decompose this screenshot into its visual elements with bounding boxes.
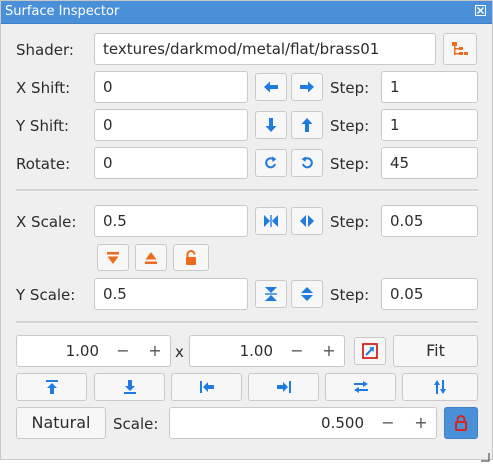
shader-input[interactable]: textures/darkmod/metal/flat/brass01	[94, 33, 436, 65]
align-right-icon	[276, 380, 292, 394]
surface-inspector-window: Surface Inspector Shader: textures/darkm…	[0, 0, 493, 462]
y-shift-label: Y Shift:	[16, 117, 70, 135]
fit-texture-button[interactable]	[354, 337, 386, 365]
y-scale-shrink-button[interactable]	[255, 280, 287, 308]
natural-scale-minus[interactable]: −	[377, 408, 399, 438]
fit-height-minus[interactable]: −	[286, 336, 308, 366]
natural-scale-spinbox[interactable]: 0.500 − +	[169, 407, 437, 439]
fit-width-value: 1.00	[65, 342, 99, 360]
flip-vertical-button[interactable]	[402, 373, 478, 401]
x-shift-step-label: Step:	[330, 79, 370, 97]
x-shift-input[interactable]: 0	[94, 71, 248, 103]
rotate-clockwise-button[interactable]	[255, 149, 287, 177]
x-scale-grow-button[interactable]	[291, 207, 323, 235]
arrow-right-icon	[299, 80, 315, 94]
shader-label: Shader:	[16, 41, 74, 59]
shift-right-button[interactable]	[291, 73, 323, 101]
align-top-button[interactable]	[16, 373, 87, 401]
title-bar[interactable]: Surface Inspector	[1, 1, 492, 24]
flip-horizontal-icon	[353, 380, 369, 394]
fit-height-spinbox[interactable]: 1.00 − +	[189, 335, 345, 367]
y-shift-step-input[interactable]: 1	[381, 109, 478, 141]
flip-horizontal-button[interactable]	[325, 373, 396, 401]
x-scale-step-input[interactable]: 0.05	[381, 205, 478, 237]
natural-scale-plus[interactable]: +	[410, 408, 432, 438]
scale-label: Scale:	[113, 415, 159, 433]
window-title: Surface Inspector	[5, 4, 120, 19]
fit-button[interactable]: Fit	[393, 335, 478, 367]
flip-up-button[interactable]	[135, 244, 167, 271]
rotate-label: Rotate:	[16, 155, 71, 173]
flip-up-icon	[144, 251, 158, 265]
unlock-button[interactable]	[173, 244, 209, 271]
rotate-step-label: Step:	[330, 155, 370, 173]
natural-button[interactable]: Natural	[16, 407, 106, 439]
fit-height-value: 1.00	[239, 342, 273, 360]
close-icon[interactable]	[475, 5, 486, 16]
x-shift-step-input[interactable]: 1	[381, 71, 478, 103]
y-shift-input[interactable]: 0	[94, 109, 248, 141]
y-scale-input[interactable]: 0.5	[94, 278, 248, 310]
shader-browse-button[interactable]	[443, 33, 477, 65]
rotate-step-input[interactable]: 45	[381, 147, 478, 179]
x-scale-input[interactable]: 0.5	[94, 205, 248, 237]
unlock-icon	[184, 249, 198, 266]
fit-width-minus[interactable]: −	[112, 336, 134, 366]
lock-icon	[454, 415, 468, 431]
align-bottom-button[interactable]	[94, 373, 165, 401]
arrow-down-icon	[264, 117, 278, 133]
rotate-counterclockwise-button[interactable]	[291, 149, 323, 177]
y-scale-label: Y Scale:	[16, 286, 76, 304]
shift-up-button[interactable]	[291, 111, 323, 139]
lock-toggle-button[interactable]	[444, 407, 478, 439]
fit-height-plus[interactable]: +	[318, 336, 340, 366]
scale-y-shrink-icon	[264, 286, 278, 302]
arrow-up-icon	[300, 117, 314, 133]
natural-scale-value: 0.500	[321, 414, 364, 432]
resize-grip[interactable]	[480, 447, 490, 462]
y-scale-step-input[interactable]: 0.05	[381, 278, 478, 310]
x-scale-step-label: Step:	[330, 213, 370, 231]
flip-down-icon	[106, 251, 120, 265]
x-scale-label: X Scale:	[16, 213, 77, 231]
shift-left-button[interactable]	[255, 73, 287, 101]
rotate-input[interactable]: 0	[94, 147, 248, 179]
flip-vertical-icon	[433, 379, 447, 395]
fit-texture-icon	[362, 343, 378, 359]
y-scale-step-label: Step:	[330, 286, 370, 304]
fit-width-spinbox[interactable]: 1.00 − +	[16, 335, 171, 367]
align-top-icon	[45, 379, 59, 395]
align-left-icon	[199, 380, 215, 394]
scale-x-shrink-icon	[263, 214, 279, 228]
align-left-button[interactable]	[171, 373, 242, 401]
scale-y-grow-icon	[300, 286, 314, 302]
separator	[16, 189, 478, 192]
separator	[16, 321, 478, 324]
align-bottom-icon	[123, 379, 137, 395]
x-shift-label: X Shift:	[16, 79, 71, 97]
arrow-left-icon	[263, 80, 279, 94]
rotate-counterclockwise-icon	[300, 156, 314, 170]
fit-width-plus[interactable]: +	[144, 336, 166, 366]
folder-tree-icon	[451, 41, 469, 57]
rotate-clockwise-icon	[264, 156, 278, 170]
times-label: x	[175, 343, 184, 361]
y-shift-step-label: Step:	[330, 117, 370, 135]
scale-x-grow-icon	[299, 214, 315, 228]
flip-down-button[interactable]	[97, 244, 129, 271]
y-scale-grow-button[interactable]	[291, 280, 323, 308]
align-right-button[interactable]	[248, 373, 319, 401]
shift-down-button[interactable]	[255, 111, 287, 139]
x-scale-shrink-button[interactable]	[255, 207, 287, 235]
